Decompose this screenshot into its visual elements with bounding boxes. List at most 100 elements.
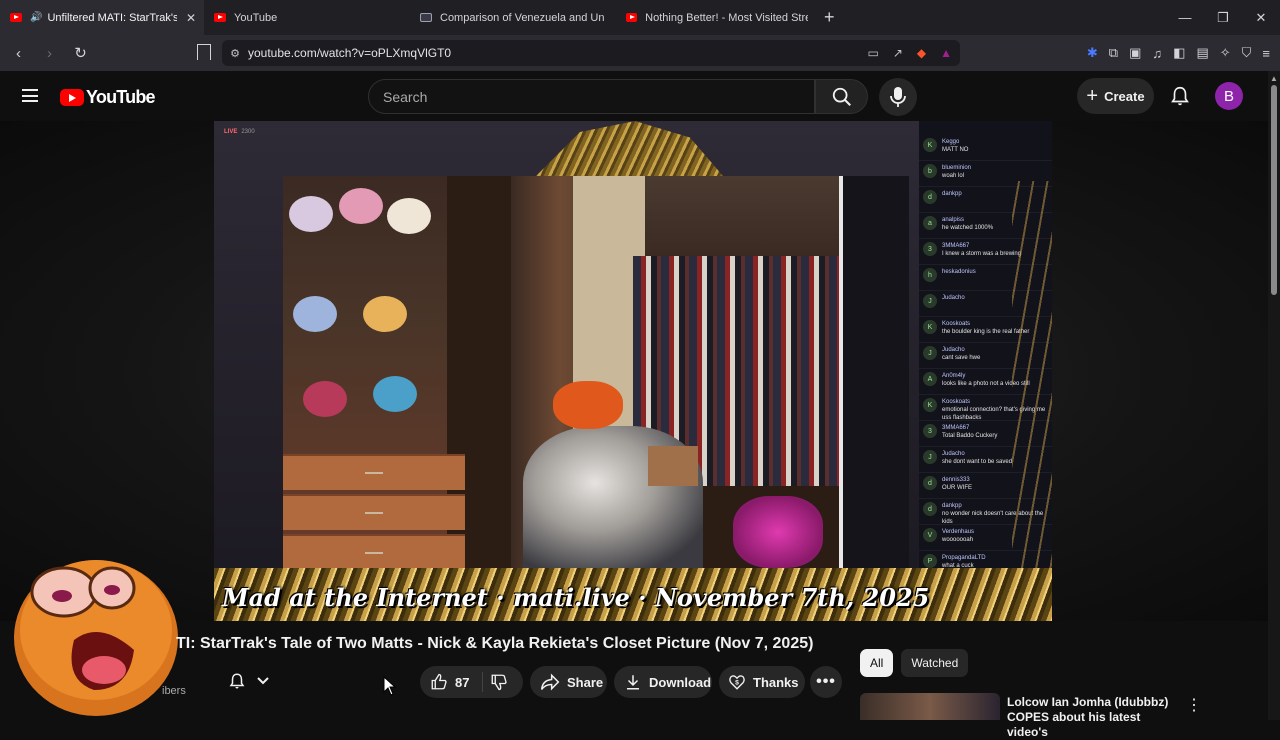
live-badge: LIVE 2300 (224, 129, 255, 135)
chip-all[interactable]: All (860, 649, 894, 677)
page-scrollbar[interactable]: ▲ (1268, 71, 1280, 720)
puzzle-icon[interactable]: ⧉ (1109, 45, 1118, 61)
video-caption: Mad at the Internet · mati.live · Novemb… (222, 583, 930, 612)
video-player[interactable]: LIVE 2300 K Keggo MATT NO b blueminion woah lo… (0, 121, 1268, 621)
gold-decoration (536, 121, 723, 176)
account-avatar[interactable]: B (1215, 82, 1243, 110)
logo-text: YouTube (86, 87, 156, 107)
drawer (283, 454, 465, 490)
chat-text: dennis333 OUR WIFE (942, 476, 972, 492)
tab-title: Nothing Better! - Most Visited Street (645, 11, 808, 24)
sidebar-icon[interactable]: ◧ (1173, 45, 1185, 61)
like-dislike-group: 87 (420, 666, 523, 698)
drawer (283, 534, 465, 570)
share-page-icon[interactable]: ↗ (893, 46, 903, 60)
voice-search-button[interactable] (879, 78, 917, 116)
chat-username: Judacho (942, 347, 965, 353)
subscription-bell-button[interactable] (228, 667, 288, 695)
browser-toolbar: ‹ › ↻ ⚙ youtube.com/watch?v=oPLXmqVlGT0 … (0, 35, 1280, 71)
chat-message-text: OUR WIFE (942, 485, 972, 491)
plush-toy (373, 376, 417, 412)
address-bar[interactable]: ⚙ youtube.com/watch?v=oPLXmqVlGT0 ▭ ↗ ◆ … (222, 40, 960, 66)
menu-icon[interactable]: ≡ (1262, 46, 1270, 61)
chat-username: heskadonius (942, 269, 976, 275)
chat-message-text: she dont want to be saved (942, 459, 1013, 465)
search-button[interactable] (815, 79, 868, 114)
tab-title: YouTube (234, 11, 278, 24)
music-icon[interactable]: ♫ (1152, 46, 1162, 61)
hamburger-menu-icon[interactable] (22, 89, 38, 102)
chat-username: 3MMA667 (942, 243, 970, 249)
maximize-icon[interactable]: ❐ (1204, 0, 1242, 35)
new-tab-button[interactable]: + (824, 7, 835, 28)
notifications-bell-icon[interactable] (1169, 85, 1191, 107)
youtube-header: YouTube Search + Create B (0, 71, 1268, 121)
more-horizontal-icon: ••• (816, 673, 836, 690)
youtube-logo[interactable]: YouTube (60, 87, 156, 108)
tab-comparison[interactable]: Comparison of Venezuela and United (410, 0, 616, 35)
close-window-icon[interactable]: ✕ (1242, 0, 1280, 35)
scrollbar-thumb[interactable] (1271, 85, 1277, 295)
tab-title: Comparison of Venezuela and United (440, 11, 605, 24)
chat-text: 3MMA667 I knew a storm was a brewing (942, 242, 1021, 258)
chat-username: 3MMA667 (942, 425, 970, 431)
bookmark-icon[interactable] (197, 44, 211, 60)
chat-avatar: d (923, 502, 937, 516)
minimize-icon[interactable]: — (1166, 0, 1204, 35)
reload-icon[interactable]: ↻ (68, 44, 93, 62)
chat-text: PropagandaLTD what a cuck (942, 554, 986, 568)
browser-tab-bar: 🔊 Unfiltered MATI: StarTrak's Tal ✕ YouT… (0, 0, 1280, 35)
subscriber-count: ibers (162, 685, 186, 697)
recommended-video-title[interactable]: Lolcow Ian Jomha (Idubbbz) COPES about h… (1007, 695, 1177, 740)
search-input[interactable]: Search (368, 79, 815, 114)
chat-text: 3MMA667 Total Baddo Cuckery (942, 424, 997, 440)
chat-avatar: d (923, 190, 937, 204)
chat-text: Verdenhaus wooooooah (942, 528, 974, 544)
chat-message-text: he watched 1000% (942, 225, 994, 231)
brave-rewards-icon[interactable]: ▲ (940, 46, 952, 60)
tab-unfiltered-mati[interactable]: 🔊 Unfiltered MATI: StarTrak's Tal ✕ (0, 0, 204, 35)
more-vertical-icon[interactable]: ⋮ (1186, 695, 1202, 715)
vpn-icon[interactable]: ⛉ (1242, 45, 1252, 61)
speaker-icon[interactable]: 🔊 (30, 12, 42, 23)
chat-message-text: wooooooah (942, 537, 974, 543)
more-actions-button[interactable]: ••• (810, 666, 842, 698)
video-frame[interactable]: LIVE 2300 K Keggo MATT NO b blueminion woah lo… (214, 121, 1052, 621)
back-icon[interactable]: ‹ (6, 45, 31, 62)
chat-avatar: h (923, 268, 937, 282)
like-count: 87 (455, 674, 470, 690)
extensions-area: ✱ ⧉ ▣ ♫ ◧ ▤ ✧ ⛉ ≡ (1087, 35, 1270, 71)
chat-username: Judacho (942, 451, 965, 457)
cardboard-box (648, 446, 698, 486)
chat-text: Judacho cant save hwe (942, 346, 980, 362)
tab-youtube[interactable]: YouTube (204, 0, 410, 35)
site-info-icon[interactable]: ⚙ (222, 47, 248, 60)
create-button[interactable]: + Create (1077, 78, 1154, 114)
thumbs-down-icon (491, 674, 507, 691)
forward-icon[interactable]: › (37, 45, 62, 62)
cast-icon[interactable]: ▭ (867, 46, 878, 60)
mouse-cursor-icon (383, 676, 397, 696)
close-icon[interactable]: ✕ (186, 11, 196, 25)
scroll-up-icon[interactable]: ▲ (1270, 74, 1278, 83)
recommended-video-thumbnail[interactable] (860, 693, 1000, 720)
dislike-button[interactable] (490, 673, 515, 694)
tab-nothing-better[interactable]: Nothing Better! - Most Visited Street (616, 0, 818, 35)
divider (482, 672, 483, 692)
chat-text: Keggo MATT NO (942, 138, 968, 154)
brave-shield-icon[interactable]: ◆ (917, 46, 926, 60)
live-chat-overlay: K Keggo MATT NO b blueminion woah lol d dankpp a… (919, 121, 1052, 568)
chat-text: dankpp (942, 190, 962, 198)
thumbs-up-icon (431, 673, 447, 690)
share-button[interactable]: Share (530, 666, 607, 698)
address-bar-actions: ▭ ↗ ◆ ▲ (867, 46, 952, 60)
thanks-button[interactable]: $ Thanks (719, 666, 805, 698)
download-button[interactable]: Download (614, 666, 712, 698)
right-shelf (645, 176, 839, 256)
like-button[interactable]: 87 (420, 673, 469, 691)
screenshot-icon[interactable]: ▣ (1129, 45, 1141, 61)
chip-watched[interactable]: Watched (901, 649, 969, 677)
leo-icon[interactable]: ✧ (1220, 45, 1231, 61)
extension-icon[interactable]: ✱ (1087, 45, 1098, 61)
wallet-icon[interactable]: ▤ (1196, 45, 1208, 61)
